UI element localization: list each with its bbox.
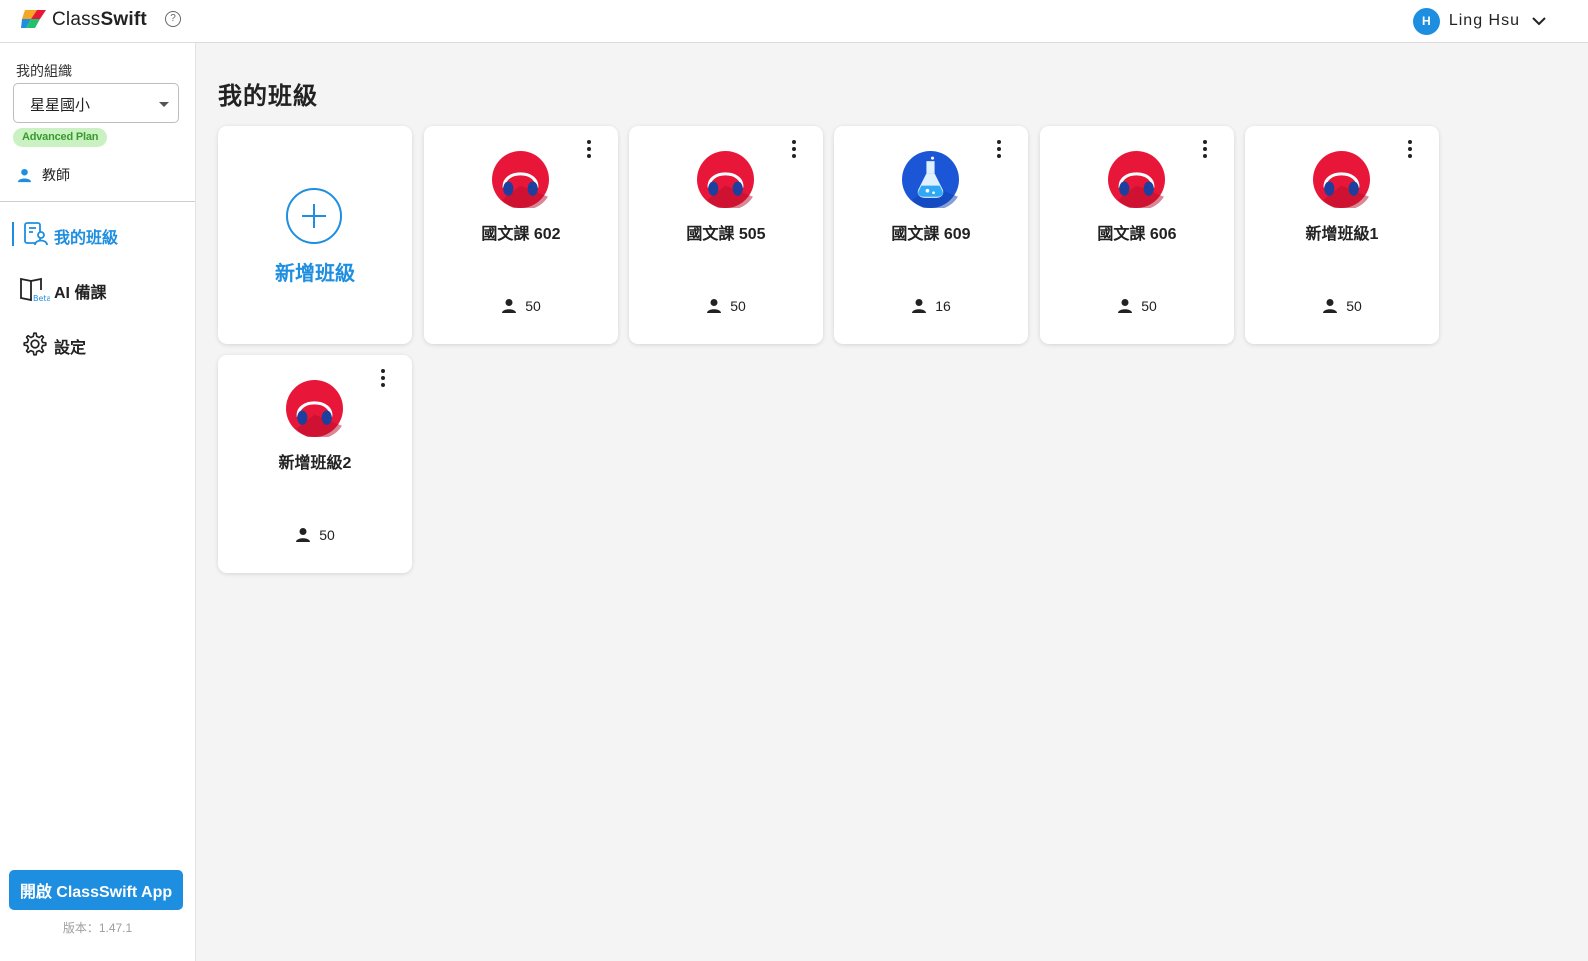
more-options-icon[interactable] xyxy=(1405,140,1415,158)
class-name: 國文課 606 xyxy=(1097,226,1177,243)
headphones-icon xyxy=(286,380,343,437)
sidebar-item-my-classes[interactable]: 我的班級 xyxy=(0,214,195,254)
class-card[interactable]: 國文課 505 50 xyxy=(629,126,823,344)
class-card[interactable]: 新增班級2 50 xyxy=(218,355,412,573)
class-name: 新增班級2 xyxy=(278,455,352,472)
org-label: 我的組織 xyxy=(16,63,72,79)
more-options-icon[interactable] xyxy=(378,369,388,387)
student-count-value: 50 xyxy=(525,298,541,314)
class-name: 新增班級1 xyxy=(1305,226,1379,243)
person-icon xyxy=(912,299,927,313)
sidebar-item-label: 我的班級 xyxy=(54,230,119,247)
avatar: H xyxy=(1412,7,1440,35)
class-card[interactable]: 新增班級1 50 xyxy=(1245,126,1439,344)
role-indicator: 教師 xyxy=(17,165,70,185)
headphones-icon xyxy=(1108,151,1165,208)
open-app-button[interactable]: 開啟 ClassSwift App xyxy=(9,870,183,910)
role-label: 教師 xyxy=(42,167,70,183)
student-count: 16 xyxy=(834,298,1028,314)
sidebar-divider xyxy=(0,201,195,202)
sidebar-item-settings[interactable]: 設定 xyxy=(0,324,195,364)
student-count: 50 xyxy=(1040,298,1234,314)
student-count-value: 50 xyxy=(319,527,335,543)
person-icon xyxy=(1323,299,1338,313)
headphones-icon xyxy=(492,151,549,208)
class-name: 國文課 602 xyxy=(481,226,561,243)
gear-icon xyxy=(23,332,47,356)
classroom-icon xyxy=(24,222,48,246)
more-options-icon[interactable] xyxy=(584,140,594,158)
org-select[interactable]: 星星國小 xyxy=(13,83,179,123)
user-name: Ling Hsu xyxy=(1448,12,1520,29)
student-count-value: 16 xyxy=(935,298,951,314)
person-icon xyxy=(707,299,722,313)
user-menu[interactable]: H Ling Hsu xyxy=(1412,6,1548,36)
headphones-icon xyxy=(697,151,754,208)
plus-icon xyxy=(286,188,342,244)
student-count: 50 xyxy=(218,527,412,543)
brand-name[interactable]: ClassSwift xyxy=(52,9,147,31)
active-indicator xyxy=(12,222,14,246)
classswift-logo-icon[interactable] xyxy=(21,8,47,30)
add-class-card[interactable]: 新增班級 xyxy=(218,126,412,344)
more-options-icon[interactable] xyxy=(1200,140,1210,158)
class-card[interactable]: 國文課 602 50 xyxy=(424,126,618,344)
flask-icon xyxy=(902,151,959,208)
version-text: 版本：1.47.1 xyxy=(62,921,133,935)
sidebar-item-label: AI 備課 xyxy=(54,285,107,302)
beta-badge: Beta xyxy=(33,294,50,302)
more-options-icon[interactable] xyxy=(789,140,799,158)
sidebar: 我的組織 星星國小 Advanced Plan 教師 我的班級 Beta AI … xyxy=(0,43,196,961)
class-name: 國文課 505 xyxy=(686,226,766,243)
page-title: 我的班級 xyxy=(218,83,318,110)
student-count: 50 xyxy=(1245,298,1439,314)
org-select-value: 星星國小 xyxy=(30,97,91,114)
person-icon xyxy=(502,299,517,313)
more-options-icon[interactable] xyxy=(994,140,1004,158)
add-class-label: 新增班級 xyxy=(275,263,355,285)
ai-book-icon: Beta xyxy=(20,277,50,302)
top-header: ClassSwift ? H Ling Hsu xyxy=(0,0,1588,43)
person-icon xyxy=(1118,299,1133,313)
student-count: 50 xyxy=(629,298,823,314)
person-icon xyxy=(17,168,32,182)
person-icon xyxy=(296,528,311,542)
student-count-value: 50 xyxy=(1346,298,1362,314)
headphones-icon xyxy=(1313,151,1370,208)
student-count-value: 50 xyxy=(730,298,746,314)
caret-down-icon xyxy=(159,102,169,107)
sidebar-item-label: 設定 xyxy=(54,340,87,357)
plan-badge: Advanced Plan xyxy=(13,128,108,147)
class-name: 國文課 609 xyxy=(891,226,971,243)
class-card[interactable]: 國文課 609 16 xyxy=(834,126,1028,344)
student-count: 50 xyxy=(424,298,618,314)
help-icon[interactable]: ? xyxy=(165,11,181,27)
sidebar-item-ai-prep[interactable]: Beta AI 備課 xyxy=(0,269,195,309)
student-count-value: 50 xyxy=(1141,298,1157,314)
chevron-down-icon xyxy=(1532,17,1546,26)
class-card[interactable]: 國文課 606 50 xyxy=(1040,126,1234,344)
